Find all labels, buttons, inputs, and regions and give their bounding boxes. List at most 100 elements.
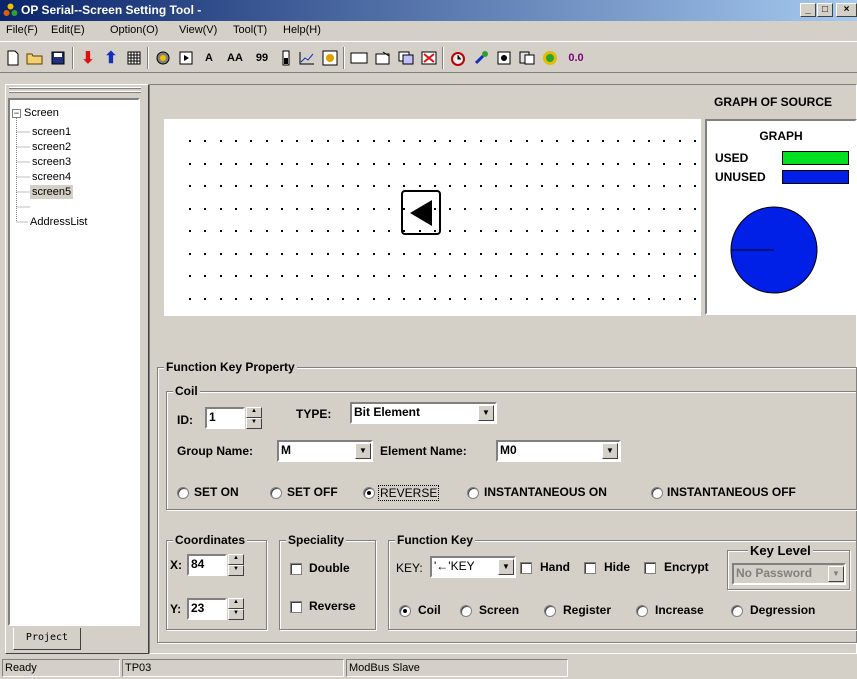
radio-reverse[interactable]: [363, 487, 375, 499]
type-register-label[interactable]: Register: [563, 603, 611, 617]
type-screen-label[interactable]: Screen: [479, 603, 519, 617]
instantaneous-off-label[interactable]: INSTANTANEOUS OFF: [667, 485, 796, 499]
menu-help[interactable]: Help(H): [283, 24, 321, 36]
rectangle-icon[interactable]: [349, 48, 369, 68]
minimize-button[interactable]: _: [800, 3, 816, 17]
menu-file[interactable]: File(F): [6, 24, 38, 36]
grid-dot: [510, 162, 513, 165]
open-icon[interactable]: [25, 48, 45, 68]
radio-type-coil[interactable]: [399, 605, 411, 617]
screen-canvas[interactable]: [164, 119, 701, 316]
id-spinner[interactable]: ▲ ▼: [246, 407, 262, 429]
reverse-checkbox[interactable]: [290, 601, 302, 613]
type-dropdown-button[interactable]: ▼: [478, 405, 494, 421]
new-icon[interactable]: [3, 48, 23, 68]
grid-dot: [632, 140, 635, 142]
tree-collapse-toggle[interactable]: −: [12, 109, 21, 118]
hand-checkbox[interactable]: [520, 562, 532, 574]
copy-screen-icon[interactable]: [396, 48, 416, 68]
window-icon[interactable]: [373, 48, 393, 68]
set-off-label[interactable]: SET OFF: [287, 485, 338, 499]
key-dropdown-button[interactable]: ▼: [498, 559, 514, 575]
number-icon[interactable]: 99: [250, 48, 274, 68]
coil-title: Coil: [173, 384, 200, 398]
radio-type-screen[interactable]: [460, 605, 472, 617]
download-icon[interactable]: ⬇: [78, 48, 98, 68]
paste-icon[interactable]: [517, 48, 537, 68]
grid-dot: [571, 297, 574, 300]
grid-dot: [693, 140, 696, 142]
double-checkbox[interactable]: [290, 563, 302, 575]
disc-icon[interactable]: [153, 48, 173, 68]
encrypt-label[interactable]: Encrypt: [664, 560, 709, 574]
x-spinner[interactable]: ▲ ▼: [228, 554, 244, 576]
tree-item-screen2[interactable]: screen2: [32, 141, 71, 153]
grid-dot: [387, 252, 390, 255]
instantaneous-on-label[interactable]: INSTANTANEOUS ON: [484, 485, 607, 499]
set-on-label[interactable]: SET ON: [194, 485, 239, 499]
grid-dot: [525, 252, 528, 255]
menu-edit[interactable]: Edit(E): [51, 24, 85, 36]
alarm-icon[interactable]: [448, 48, 468, 68]
type-select[interactable]: Bit Element: [350, 402, 497, 424]
wrench-icon[interactable]: [471, 48, 491, 68]
usage-pie-chart: [730, 206, 818, 294]
status-device: TP03: [122, 659, 344, 677]
gear-icon[interactable]: [540, 48, 560, 68]
radio-type-register[interactable]: [544, 605, 556, 617]
play-icon[interactable]: [176, 48, 196, 68]
grid-dot: [525, 275, 528, 277]
tree-item-screen5[interactable]: screen5: [30, 185, 74, 199]
tree-item-addresslist[interactable]: AddressList: [30, 216, 87, 228]
grid-dot: [525, 230, 528, 232]
element-name-dropdown-button[interactable]: ▼: [602, 443, 618, 459]
x-field[interactable]: 84: [187, 554, 227, 576]
tree-item-screen3[interactable]: screen3: [32, 156, 71, 168]
radio-type-degression[interactable]: [731, 605, 743, 617]
maximize-button[interactable]: □: [817, 3, 833, 17]
tab-project[interactable]: Project: [13, 628, 81, 650]
radio-instantaneous-on[interactable]: [467, 487, 479, 499]
trend-icon[interactable]: [297, 48, 317, 68]
double-label[interactable]: Double: [309, 561, 350, 575]
save-icon[interactable]: [48, 48, 68, 68]
type-coil-label[interactable]: Coil: [418, 603, 441, 617]
y-field[interactable]: 23: [187, 598, 227, 620]
zoom-value[interactable]: 0.0: [562, 48, 590, 68]
grid-dot: [219, 252, 222, 255]
double-text-icon[interactable]: AA: [222, 48, 248, 68]
encrypt-checkbox[interactable]: [644, 562, 656, 574]
calendar-icon[interactable]: [124, 48, 144, 68]
radio-type-increase[interactable]: [636, 605, 648, 617]
chart-icon[interactable]: [320, 48, 340, 68]
menu-view[interactable]: View(V): [179, 24, 217, 36]
menu-option[interactable]: Option(O): [110, 24, 158, 36]
key-level-dropdown-button[interactable]: ▼: [828, 566, 844, 582]
delete-screen-icon[interactable]: [419, 48, 439, 68]
tree-item-screen1[interactable]: screen1: [32, 126, 71, 138]
speciality-reverse-label[interactable]: Reverse: [309, 599, 356, 613]
radio-instantaneous-off[interactable]: [651, 487, 663, 499]
hand-label[interactable]: Hand: [540, 560, 570, 574]
close-button[interactable]: ×: [836, 3, 857, 17]
hide-checkbox[interactable]: [584, 562, 596, 574]
group-name-dropdown-button[interactable]: ▼: [355, 443, 371, 459]
upload-icon[interactable]: ⬆: [101, 48, 121, 68]
grid-dot: [586, 140, 589, 142]
id-field[interactable]: 1: [205, 407, 245, 429]
grid-dot: [418, 140, 421, 142]
y-spinner[interactable]: ▲ ▼: [228, 598, 244, 620]
radio-set-off[interactable]: [270, 487, 282, 499]
function-key-button[interactable]: [401, 190, 441, 235]
type-increase-label[interactable]: Increase: [655, 603, 704, 617]
record-icon[interactable]: [494, 48, 514, 68]
tree-item-screen4[interactable]: screen4: [32, 171, 71, 183]
menu-tool[interactable]: Tool(T): [233, 24, 267, 36]
radio-set-on[interactable]: [177, 487, 189, 499]
tree-root-screen[interactable]: Screen: [24, 107, 59, 119]
text-icon[interactable]: A: [199, 48, 219, 68]
bar-icon[interactable]: [276, 48, 296, 68]
type-degression-label[interactable]: Degression: [750, 603, 815, 617]
hide-label[interactable]: Hide: [604, 560, 630, 574]
reverse-label[interactable]: REVERSE: [378, 485, 440, 501]
